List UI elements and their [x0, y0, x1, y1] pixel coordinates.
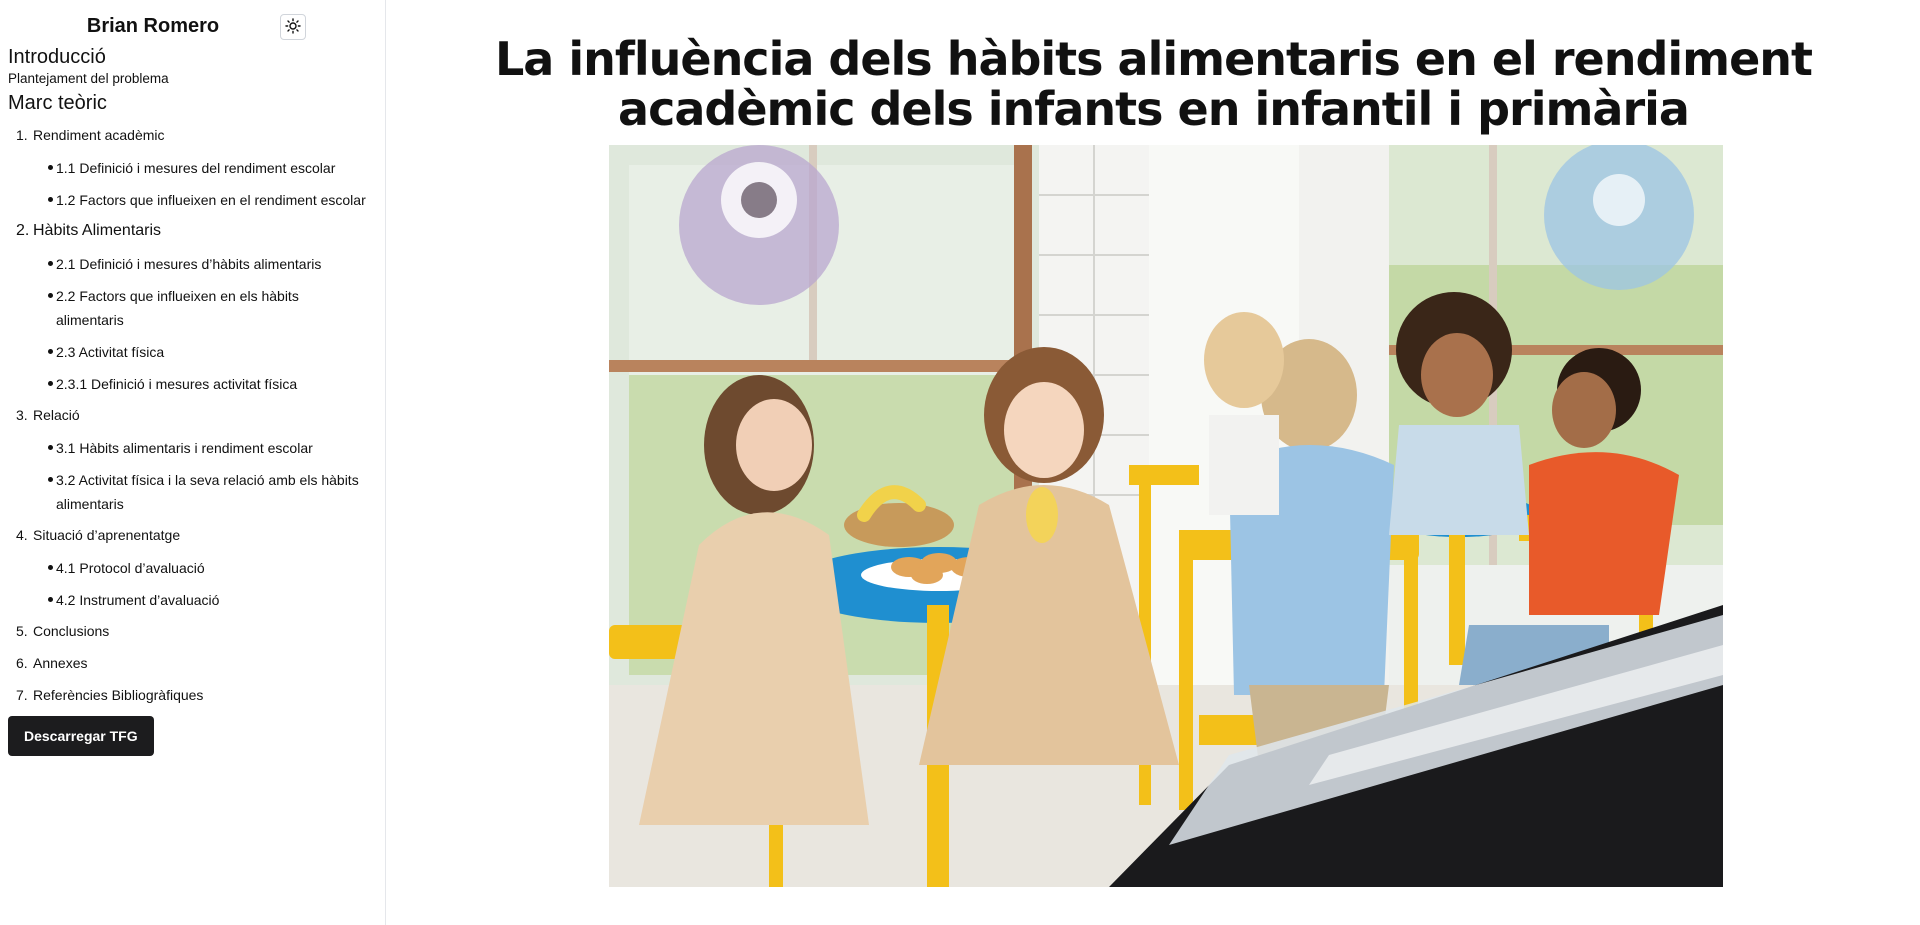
children-eating-photo — [609, 145, 1723, 887]
toc-number: 3. — [16, 407, 28, 423]
toc-number: 7. — [16, 687, 28, 703]
toc-number: 6. — [16, 655, 28, 671]
hero-image — [609, 145, 1723, 887]
toc-subitem[interactable]: 3.2 Activitat física i la seva relació a… — [8, 464, 385, 520]
table-of-contents: 1. Rendiment acadèmic 1.1 Definició i me… — [8, 120, 385, 712]
toc-item[interactable]: 3. Relació — [8, 400, 385, 432]
page-title: La influència dels hàbits alimentaris en… — [494, 32, 1813, 136]
toc-label: Relació — [33, 407, 80, 423]
toc-label: Hàbits Alimentaris — [33, 222, 162, 239]
sidebar: Brian Romero Introducció Plantejament de… — [0, 0, 386, 925]
toc-subitem-label: 3.2 Activitat física i la seva relació a… — [56, 472, 359, 512]
toc-label: Situació d’aprenentatge — [33, 527, 181, 543]
toc-number: 2. — [16, 222, 30, 239]
toc-group: 6. Annexes — [8, 648, 385, 680]
toc-subitem-label: 1.1 Definició i mesures del rendiment es… — [56, 160, 336, 176]
toc-item[interactable]: 4. Situació d’aprenentatge — [8, 520, 385, 552]
toc-subitem[interactable]: 1.1 Definició i mesures del rendiment es… — [8, 152, 385, 184]
toc-label: Rendiment acadèmic — [33, 127, 165, 143]
toc-subitem-label: 1.2 Factors que influeixen en el rendime… — [56, 192, 366, 208]
toc-label: Referències Bibliogràfiques — [33, 687, 204, 703]
bullet-dot — [48, 565, 53, 570]
toc-subitem[interactable]: 2.2 Factors que influeixen en els hàbits… — [8, 280, 385, 336]
toc-subitem[interactable]: 2.3.1 Definició i mesures activitat físi… — [8, 368, 385, 400]
bullet-dot — [48, 477, 53, 482]
bullet-dot — [48, 165, 53, 170]
toc-group: 3. Relació 3.1 Hàbits alimentaris i rend… — [8, 400, 385, 520]
toc-sublist: 4.1 Protocol d’avaluació 4.2 Instrument … — [8, 552, 385, 616]
toc-group: 1. Rendiment acadèmic 1.1 Definició i me… — [8, 120, 385, 216]
author-name: Brian Romero — [86, 15, 220, 37]
toc-sublist: 3.1 Hàbits alimentaris i rendiment escol… — [8, 432, 385, 520]
toc-group: 2. Hàbits Alimentaris 2.1 Definició i me… — [8, 216, 385, 400]
bullet-dot — [48, 597, 53, 602]
toc-group: 5. Conclusions — [8, 616, 385, 648]
toc-number: 5. — [16, 623, 28, 639]
problem-statement-link[interactable]: Plantejament del problema — [8, 70, 385, 88]
main-content: La influència dels hàbits alimentaris en… — [387, 0, 1920, 925]
toc-subitem[interactable]: 4.2 Instrument d’avaluació — [8, 584, 385, 616]
toc-subitem-label: 3.1 Hàbits alimentaris i rendiment escol… — [56, 440, 313, 456]
bullet-dot — [48, 445, 53, 450]
toc-item[interactable]: 7. Referències Bibliogràfiques — [8, 680, 385, 712]
bullet-dot — [48, 381, 53, 386]
intro-section-title[interactable]: Introducció — [8, 44, 385, 70]
bullet-dot — [48, 293, 53, 298]
theory-section-title[interactable]: Marc teòric — [8, 90, 385, 116]
toc-subitem-label: 4.2 Instrument d’avaluació — [56, 592, 220, 608]
toc-item[interactable]: 2. Hàbits Alimentaris — [8, 216, 385, 248]
toc-group: 4. Situació d’aprenentatge 4.1 Protocol … — [8, 520, 385, 616]
toc-item[interactable]: 5. Conclusions — [8, 616, 385, 648]
toc-label: Annexes — [33, 655, 88, 671]
toc-sublist: 1.1 Definició i mesures del rendiment es… — [8, 152, 385, 216]
bullet-dot — [48, 349, 53, 354]
toc-sublist: 2.1 Definició i mesures d’hàbits aliment… — [8, 248, 385, 400]
theme-toggle-button[interactable] — [280, 14, 306, 40]
bullet-dot — [48, 261, 53, 266]
toc-number: 1. — [16, 127, 28, 143]
toc-subitem-label: 4.1 Protocol d’avaluació — [56, 560, 205, 576]
toc-subitem[interactable]: 4.1 Protocol d’avaluació — [8, 552, 385, 584]
toc-number: 4. — [16, 527, 28, 543]
toc-item[interactable]: 1. Rendiment acadèmic — [8, 120, 385, 152]
toc-subitem[interactable]: 3.1 Hàbits alimentaris i rendiment escol… — [8, 432, 385, 464]
toc-item[interactable]: 6. Annexes — [8, 648, 385, 680]
toc-subitem-label: 2.1 Definició i mesures d’hàbits aliment… — [56, 256, 322, 272]
toc-subitem[interactable]: 2.3 Activitat física — [8, 336, 385, 368]
toc-label: Conclusions — [33, 623, 110, 639]
toc-subitem-label: 2.3.1 Definició i mesures activitat físi… — [56, 376, 298, 392]
toc-subitem[interactable]: 1.2 Factors que influeixen en el rendime… — [8, 184, 385, 216]
sidebar-header: Brian Romero — [8, 14, 385, 40]
download-tfg-button[interactable]: Descarregar TFG — [8, 716, 154, 756]
toc-group: 7. Referències Bibliogràfiques — [8, 680, 385, 712]
bullet-dot — [48, 197, 53, 202]
toc-subitem-label: 2.3 Activitat física — [56, 344, 165, 360]
toc-subitem-label: 2.2 Factors que influeixen en els hàbits… — [56, 288, 299, 328]
toc-subitem[interactable]: 2.1 Definició i mesures d’hàbits aliment… — [8, 248, 385, 280]
sun-icon — [285, 17, 301, 37]
